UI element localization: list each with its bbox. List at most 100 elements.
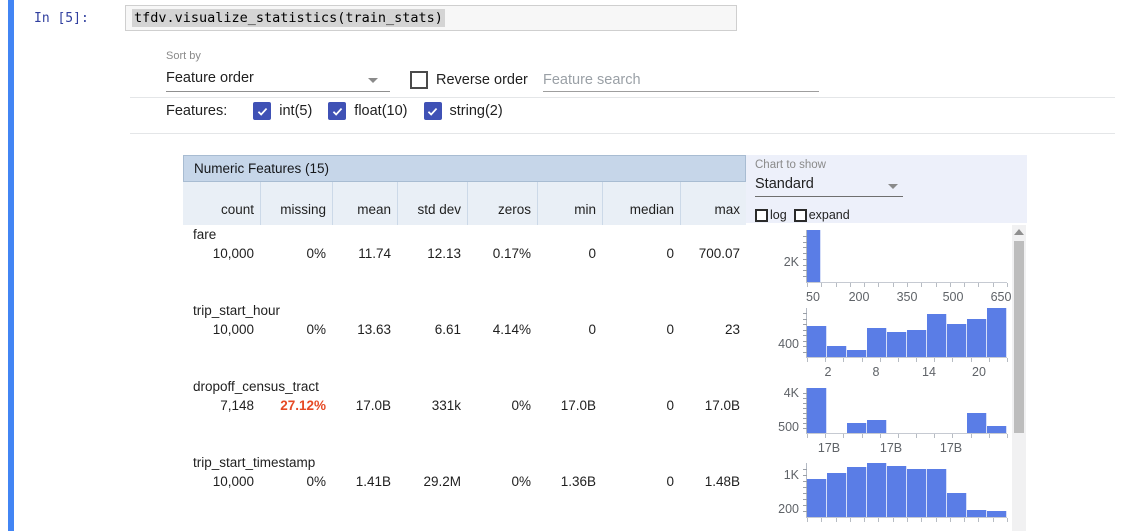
- y-axis-tick: [803, 393, 807, 394]
- x-axis-tick: [850, 283, 851, 287]
- y-axis-tick: [803, 352, 807, 353]
- x-axis-tick: [850, 518, 851, 522]
- value-cell: 1.41B: [332, 474, 397, 489]
- histogram-bar[interactable]: [847, 350, 867, 357]
- histogram-bar[interactable]: [987, 308, 1007, 357]
- histogram-bar[interactable]: [947, 493, 967, 517]
- feature-filter[interactable]: int(5): [253, 102, 312, 120]
- y-axis-tick: [803, 253, 807, 254]
- x-axis-tick: [907, 283, 908, 287]
- histogram-bar[interactable]: [867, 420, 887, 434]
- histogram-bar[interactable]: [987, 426, 1007, 433]
- column-header: missing: [260, 182, 332, 225]
- feature-search-input[interactable]: Feature search: [543, 72, 641, 88]
- chart-option-checkboxes: log expand: [755, 208, 857, 222]
- y-axis-tick: [803, 247, 807, 248]
- value-cell: 1.48B: [680, 474, 746, 489]
- histogram-bar[interactable]: [807, 326, 827, 357]
- chevron-down-icon[interactable]: [888, 184, 898, 189]
- histogram-bar[interactable]: [827, 346, 847, 357]
- x-axis-tick: [878, 283, 879, 287]
- cell-prompt: In [5]:: [34, 11, 89, 26]
- column-header: min: [537, 182, 602, 225]
- histogram-bar[interactable]: [847, 423, 867, 433]
- value-cell: 0%: [260, 246, 332, 261]
- histogram-bar[interactable]: [887, 332, 907, 357]
- log-label[interactable]: log: [770, 208, 787, 222]
- y-axis-tick: [803, 428, 807, 429]
- histogram-bar[interactable]: [827, 473, 847, 517]
- histogram-bar[interactable]: [987, 511, 1007, 517]
- histogram-bar[interactable]: [807, 388, 827, 433]
- x-axis-tick: [807, 358, 808, 362]
- histogram-bar[interactable]: [907, 469, 927, 517]
- x-axis-tick: [971, 434, 972, 438]
- histogram-bar[interactable]: [847, 467, 867, 517]
- histogram-bar[interactable]: [907, 330, 927, 357]
- histogram-bar[interactable]: [807, 479, 827, 517]
- value-cell: 17.0B: [680, 398, 746, 413]
- x-axis-tick: [978, 518, 979, 522]
- x-axis-tick: [950, 283, 951, 287]
- value-cell: 0.17%: [467, 246, 537, 261]
- y-axis-tick: [803, 259, 807, 260]
- y-axis-tick: [803, 413, 807, 414]
- x-axis-tick: [880, 434, 881, 438]
- feature-name: fare: [183, 227, 746, 242]
- scroll-up-icon[interactable]: [1014, 229, 1024, 235]
- divider: [130, 97, 1115, 98]
- y-axis-tick: [803, 324, 807, 325]
- x-axis-tick: [862, 358, 863, 362]
- y-axis-tick: [803, 319, 807, 320]
- histogram-bar[interactable]: [927, 469, 947, 517]
- value-cell: 10,000: [183, 322, 260, 337]
- plot-area: 1K200: [806, 463, 1007, 518]
- histogram-bar[interactable]: [867, 328, 887, 357]
- log-checkbox[interactable]: [755, 209, 768, 222]
- x-axis-tick: [989, 358, 990, 362]
- y-axis-label: 200: [778, 502, 799, 516]
- sort-by-dropdown[interactable]: Feature order: [166, 70, 254, 86]
- sort-by-underline: [166, 91, 390, 92]
- x-axis-tick: [950, 518, 951, 522]
- value-cell: 1.36B: [537, 474, 602, 489]
- histogram-bar[interactable]: [807, 230, 821, 282]
- column-header: max: [680, 182, 746, 225]
- x-axis-tick: [936, 518, 937, 522]
- code-input[interactable]: tfdv.visualize_statistics(train_stats): [125, 5, 737, 31]
- charts-scrollbar[interactable]: [1012, 225, 1026, 531]
- expand-label[interactable]: expand: [809, 208, 850, 222]
- column-header: count: [183, 182, 260, 225]
- chevron-down-icon[interactable]: [368, 78, 378, 83]
- histogram-bar[interactable]: [967, 510, 987, 517]
- histogram-bar[interactable]: [947, 324, 967, 357]
- histogram-bar[interactable]: [867, 463, 887, 517]
- y-axis-tick: [803, 313, 807, 314]
- column-header: median: [602, 182, 680, 225]
- x-axis-tick: [1007, 518, 1008, 522]
- y-axis-tick: [803, 398, 807, 399]
- chart-to-show-underline: [755, 196, 903, 197]
- scrollbar-thumb[interactable]: [1014, 241, 1024, 433]
- x-axis-tick: [993, 518, 994, 522]
- histogram-bar[interactable]: [967, 319, 987, 357]
- feature-filter[interactable]: string(2): [424, 102, 503, 120]
- feature-name: trip_start_timestamp: [183, 455, 746, 470]
- value-cell: 0: [537, 322, 602, 337]
- table-row: trip_start_hour10,0000%13.636.614.14%002…: [183, 301, 746, 377]
- histogram-trip-start-timestamp: 1K200: [746, 453, 1012, 531]
- histogram-bar[interactable]: [967, 413, 987, 433]
- value-cell: 0%: [467, 474, 537, 489]
- histogram-bar[interactable]: [887, 466, 907, 517]
- chart-to-show-dropdown[interactable]: Standard: [755, 176, 814, 192]
- x-axis-tick: [821, 283, 822, 287]
- x-axis-tick: [993, 283, 994, 287]
- x-axis-tick: [843, 358, 844, 362]
- y-axis-tick: [803, 487, 807, 488]
- feature-filter[interactable]: float(10): [328, 102, 407, 120]
- expand-checkbox[interactable]: [794, 209, 807, 222]
- reverse-order-label[interactable]: Reverse order: [436, 72, 528, 88]
- y-axis-tick: [803, 499, 807, 500]
- histogram-bar[interactable]: [927, 314, 947, 357]
- reverse-order-checkbox[interactable]: [410, 71, 428, 89]
